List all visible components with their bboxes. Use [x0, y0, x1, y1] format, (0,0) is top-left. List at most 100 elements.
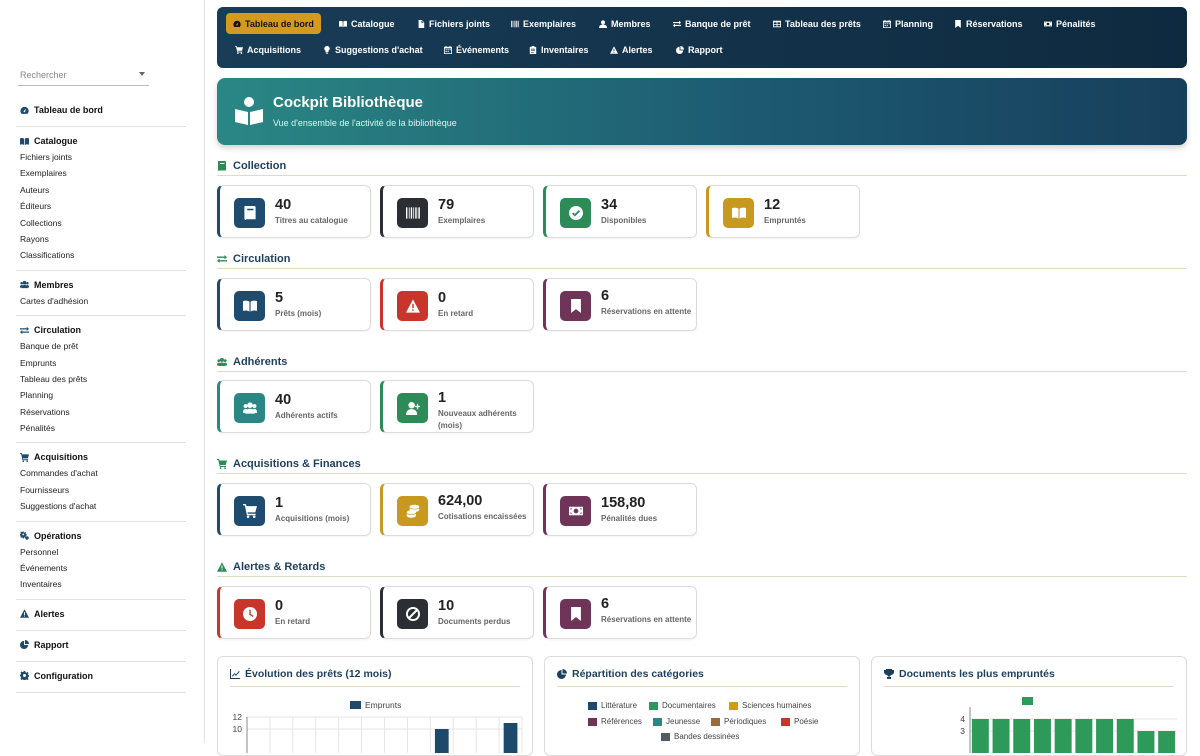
sidebar-group-header[interactable]: Alertes	[20, 606, 186, 622]
legend-item[interactable]: Périodiques	[711, 717, 766, 726]
user-plus-icon	[405, 401, 420, 415]
nav-tab[interactable]: Rapport	[669, 39, 730, 60]
top-document-bar[interactable]	[1075, 719, 1093, 753]
stat-card[interactable]: 0 En retard	[380, 278, 534, 331]
top-document-bar[interactable]	[1054, 719, 1072, 753]
users-icon	[217, 357, 227, 366]
top-document-bar[interactable]	[1096, 719, 1114, 753]
top-document-bar[interactable]	[971, 719, 989, 753]
search-input[interactable]: Rechercher	[18, 66, 149, 86]
sidebar-item[interactable]: Exemplaires	[20, 165, 186, 181]
stat-card[interactable]: 12 Empruntés	[706, 185, 860, 238]
sidebar-item[interactable]: Commandes d'achat	[20, 465, 186, 481]
sidebar-item[interactable]: Événements	[20, 560, 186, 576]
sidebar-group-header[interactable]: Configuration	[20, 668, 186, 684]
top-document-bar[interactable]	[1013, 719, 1031, 753]
nav-tab[interactable]: Acquisitions	[228, 39, 308, 60]
stat-card[interactable]: 5 Prêts (mois)	[217, 278, 371, 331]
stat-value: 1	[438, 390, 447, 406]
legend-item[interactable]: Sciences humaines	[729, 701, 811, 710]
legend-item[interactable]: Références	[588, 717, 642, 726]
sidebar-item[interactable]: Tableau des prêts	[20, 371, 186, 387]
cart-icon	[242, 504, 257, 518]
sidebar-group-header[interactable]: Opérations	[20, 528, 186, 544]
stat-label: Adhérents actifs	[275, 411, 338, 420]
top-document-bar[interactable]	[1116, 719, 1134, 753]
nav-tab[interactable]: Membres	[592, 13, 658, 34]
sidebar-item[interactable]: Personnel	[20, 544, 186, 560]
sidebar-item[interactable]: Réservations	[20, 404, 186, 420]
sidebar-group: Rapport	[16, 631, 186, 662]
sidebar-item[interactable]: Éditeurs	[20, 198, 186, 214]
nav-tab[interactable]: Tableau de bord	[226, 13, 321, 34]
stat-card[interactable]: 0 En retard	[217, 586, 371, 639]
sidebar-item[interactable]: Planning	[20, 387, 186, 403]
nav-tab[interactable]: Inventaires	[522, 39, 596, 60]
ban-icon	[405, 607, 420, 621]
top-navigation: Tableau de bord Catalogue Fichiers joints E…	[217, 7, 1187, 68]
book-open-icon	[339, 20, 347, 27]
nav-tab[interactable]: Fichiers joints	[410, 13, 497, 34]
sidebar-item[interactable]: Banque de prêt	[20, 338, 186, 354]
nav-tab[interactable]: Pénalités	[1037, 13, 1103, 34]
nav-tab[interactable]: Événements	[437, 39, 516, 60]
search-placeholder: Rechercher	[20, 70, 67, 80]
stat-card[interactable]: 158,80 Pénalités dues	[543, 483, 697, 536]
sidebar-group-header[interactable]: Circulation	[20, 322, 186, 338]
nav-tab[interactable]: Suggestions d'achat	[316, 39, 430, 60]
sidebar-group-header[interactable]: Rapport	[20, 637, 186, 653]
stat-card[interactable]: 624,00 Cotisations encaissées	[380, 483, 534, 536]
sidebar-item[interactable]: Pénalités	[20, 420, 186, 436]
sidebar-item[interactable]: Suggestions d'achat	[20, 498, 186, 514]
nav-tab[interactable]: Réservations	[947, 13, 1030, 34]
stat-card[interactable]: 40 Titres au catalogue	[217, 185, 371, 238]
legend-item[interactable]: Documentaires	[649, 701, 716, 710]
top-document-bar[interactable]	[1158, 731, 1176, 753]
sidebar-group-header[interactable]: Membres	[20, 277, 186, 293]
stat-value: 40	[275, 197, 292, 213]
sidebar-item[interactable]: Auteurs	[20, 182, 186, 198]
stat-value: 1	[275, 495, 284, 511]
sidebar-item[interactable]: Emprunts	[20, 355, 186, 371]
nav-tab[interactable]: Planning	[876, 13, 940, 34]
sidebar-group-header[interactable]: Catalogue	[20, 133, 186, 149]
legend-item[interactable]: Bandes dessinées	[661, 732, 739, 741]
stat-card[interactable]: 40 Adhérents actifs	[217, 380, 371, 433]
chevron-down-icon[interactable]	[139, 72, 145, 76]
nav-tab[interactable]: Banque de prêt	[666, 13, 758, 34]
sidebar-item[interactable]: Fournisseurs	[20, 482, 186, 498]
stat-label: Nouveaux adhérents (mois)	[438, 409, 517, 430]
section-title-acquisitions: Acquisitions & Finances	[217, 454, 1187, 474]
stat-card[interactable]: 10 Documents perdus	[380, 586, 534, 639]
cart-icon	[235, 45, 243, 54]
sidebar-item[interactable]: Rayons	[20, 231, 186, 247]
legend-item[interactable]: Jeunesse	[653, 717, 700, 726]
stat-card[interactable]: 1 Acquisitions (mois)	[217, 483, 371, 536]
stat-label: Pénalités dues	[601, 514, 658, 523]
stat-card[interactable]: 1 Nouveaux adhérents (mois)	[380, 380, 534, 433]
sidebar-item[interactable]: Fichiers joints	[20, 149, 186, 165]
top-document-bar[interactable]	[1033, 719, 1051, 753]
legend-item[interactable]: Littérature	[588, 701, 637, 710]
sidebar-item[interactable]: Inventaires	[20, 576, 186, 592]
stat-card[interactable]: 6 Réservations en attente	[543, 278, 697, 331]
stat-card[interactable]: 34 Disponibles	[543, 185, 697, 238]
stat-value: 10	[438, 598, 455, 614]
sidebar-group-header[interactable]: Tableau de bord	[20, 102, 186, 118]
top-document-bar[interactable]	[1137, 731, 1155, 753]
sidebar-item[interactable]: Cartes d'adhésion	[20, 293, 186, 309]
loans-bar[interactable]	[503, 723, 518, 753]
sidebar-item[interactable]: Collections	[20, 215, 186, 231]
nav-tab[interactable]: Catalogue	[332, 13, 402, 34]
top-document-bar[interactable]	[992, 719, 1010, 753]
user-icon	[599, 19, 607, 28]
nav-tab[interactable]: Exemplaires	[504, 13, 583, 34]
legend-item[interactable]: Poésie	[781, 717, 818, 726]
nav-tab[interactable]: Tableau des prêts	[766, 13, 868, 34]
sidebar-group-header[interactable]: Acquisitions	[20, 449, 186, 465]
sidebar-item[interactable]: Classifications	[20, 247, 186, 263]
nav-tab[interactable]: Alertes	[603, 39, 660, 60]
stat-card[interactable]: 6 Réservations en attente	[543, 586, 697, 639]
loans-bar[interactable]	[434, 729, 449, 753]
stat-card[interactable]: 79 Exemplaires	[380, 185, 534, 238]
